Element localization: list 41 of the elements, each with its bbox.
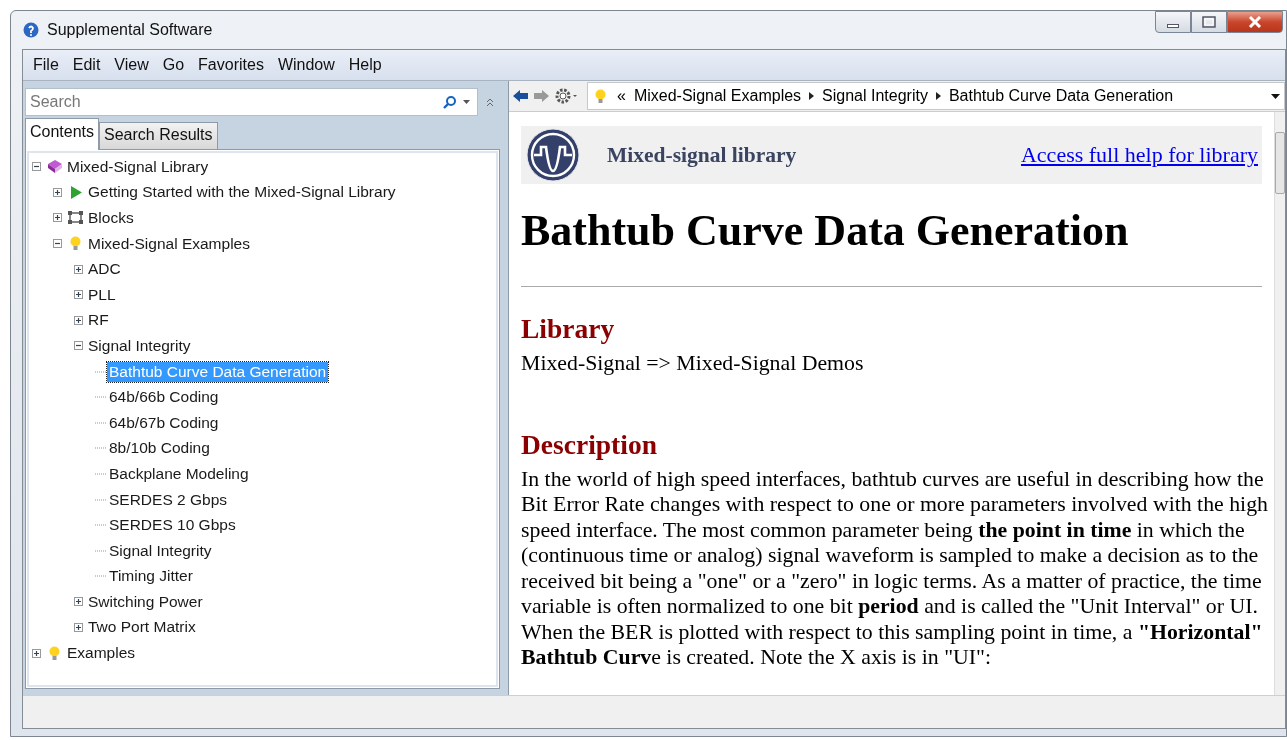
menu-item[interactable]: File (27, 54, 65, 76)
tree-item[interactable]: Examples (65, 643, 138, 664)
tree-item[interactable]: SERDES 2 Gbps (107, 489, 230, 510)
tree-item[interactable]: PLL (86, 284, 118, 305)
tree-item[interactable]: Two Port Matrix (86, 617, 198, 638)
tree-item[interactable]: Getting Started with the Mixed-Signal Library (86, 182, 398, 203)
tree-item[interactable]: Mixed-Signal Examples (86, 233, 252, 254)
tree-item[interactable]: SERDES 10 Gbps (107, 515, 238, 536)
tree-item[interactable]: 64b/67b Coding (107, 412, 221, 433)
menu-item[interactable]: Go (156, 54, 191, 76)
tree-item[interactable]: ADC (86, 259, 123, 280)
page-title: Bathtub Curve Data Generation (521, 206, 1130, 256)
breadcrumb-item[interactable]: Mixed-Signal Examples (633, 87, 802, 105)
tree-item[interactable]: RF (86, 310, 111, 331)
paragraph: Mixed-Signal => Mixed-Signal Demos (521, 351, 865, 377)
tree-item[interactable]: Timing Jitter (107, 566, 195, 587)
tree-item[interactable]: Switching Power (86, 591, 205, 612)
menu-item[interactable]: Edit (66, 54, 107, 76)
menu-item[interactable]: Favorites (192, 54, 270, 76)
breadcrumb-overflow[interactable]: « (617, 87, 626, 105)
window-title: Supplemental Software (47, 21, 213, 39)
menu-item[interactable]: View (108, 54, 155, 76)
tree-item[interactable]: 8b/10b Coding (107, 438, 212, 459)
paragraph: In the world of high speed interfaces, bathtub curves are useful in describing how the Bit Error Rate changes with respect to one or more parameters involved with the high speed interface. The most common parameter being the point in time in which the (continuous time or analog) signal waveform is sampled to make a decision as to the received bit being a "one" or a "zero" in logic terms. As a matter of practice, the time variable is often normalized to one bit period and is called the "Unit Interval" or UI. When the BER is plotted with respect to this sampling point in time, a "Horizontal" Bathtub Curve is created. Note the X axis is in "UI": (521, 466, 1269, 671)
help-link[interactable]: Access full help for library (1020, 142, 1258, 168)
tree-item[interactable]: Signal Integrity (107, 540, 214, 561)
banner-title: Mixed-signal library (607, 142, 797, 168)
search-field[interactable]: Search (25, 88, 478, 116)
breadcrumb-item[interactable]: Bathtub Curve Data Generation (948, 87, 1174, 105)
tree-item[interactable]: 64b/66b Coding (107, 387, 221, 408)
breadcrumb-item[interactable]: Signal Integrity (822, 87, 928, 105)
menu-item[interactable]: Window (271, 54, 341, 76)
section-heading: Description (521, 428, 658, 461)
tab[interactable]: Contents (25, 118, 100, 150)
section-heading: Library (521, 313, 616, 345)
tab[interactable]: Search Results (99, 122, 218, 149)
tree-item[interactable]: Blocks (86, 208, 136, 228)
menu-item[interactable]: Help (342, 54, 388, 76)
tree-item[interactable]: Mixed-Signal Library (65, 156, 211, 177)
tree-item[interactable]: Signal Integrity (86, 335, 193, 356)
tree-item[interactable]: Backplane Modeling (107, 463, 251, 484)
